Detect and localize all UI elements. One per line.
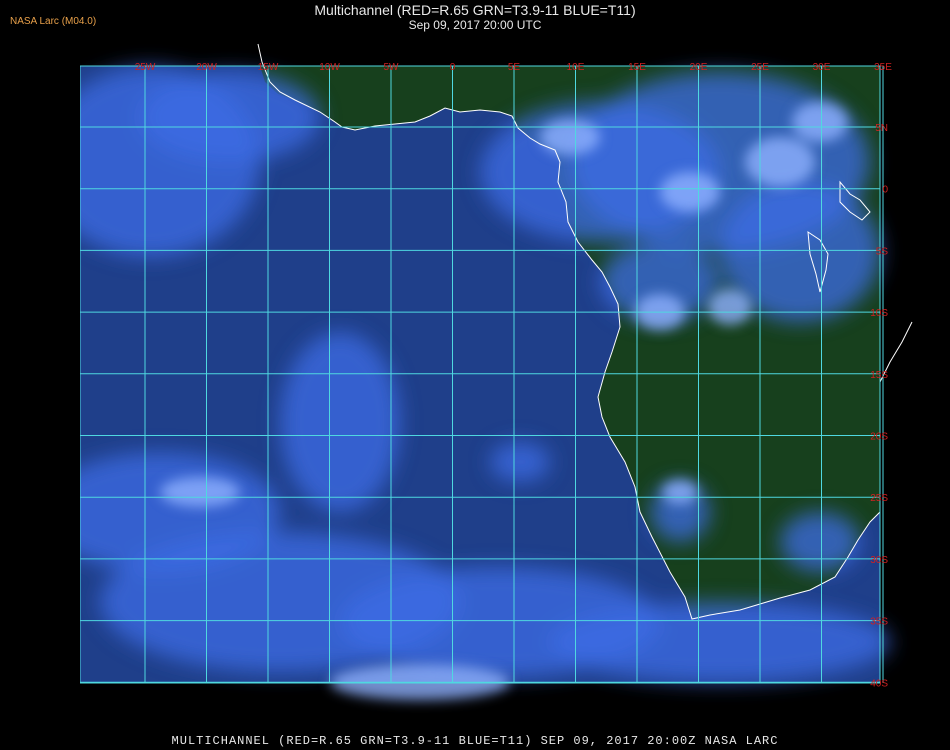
longitude-label: 20E — [690, 62, 708, 73]
longitude-label: 15E — [628, 62, 646, 73]
latitude-label: 0 — [882, 185, 888, 196]
latitude-label: 35S — [870, 617, 888, 628]
image-title: Multichannel (RED=R.65 GRN=T3.9-11 BLUE=… — [314, 2, 636, 18]
longitude-label: 30E — [813, 62, 831, 73]
satellite-image: 25W 20W 15W 10W 5W 0 5E 10E 15E 20E 25E 30E 35E 5N 0 5… — [40, 42, 950, 728]
footer-caption: MULTICHANNEL (RED=R.65 GRN=T3.9-11 BLUE=… — [171, 734, 779, 748]
longitude-label: 5E — [508, 62, 521, 73]
latitude-label: 10S — [870, 308, 888, 319]
longitude-label: 35E — [874, 62, 892, 73]
longitude-label: 10E — [567, 62, 585, 73]
latitude-label: 40S — [870, 678, 888, 689]
satellite-map: 25W 20W 15W 10W 5W 0 5E 10E 15E 20E 25E 30E 35E 5N 0 5… — [40, 42, 950, 728]
longitude-label: 25W — [135, 62, 156, 73]
latitude-label: 5N — [875, 123, 888, 134]
longitude-label: 25E — [751, 62, 769, 73]
longitude-label: 0 — [450, 62, 456, 73]
imagery — [40, 66, 890, 700]
image-timestamp: Sep 09, 2017 20:00 UTC — [408, 18, 542, 32]
latitude-label: 30S — [870, 555, 888, 566]
longitude-label: 15W — [258, 62, 279, 73]
latitude-label: 25S — [870, 493, 888, 504]
longitude-label: 20W — [196, 62, 217, 73]
latitude-label: 5S — [876, 246, 889, 257]
latitude-label: 15S — [870, 370, 888, 381]
longitude-label: 5W — [384, 62, 400, 73]
longitude-label: 10W — [319, 62, 340, 73]
latitude-label: 20S — [870, 432, 888, 443]
